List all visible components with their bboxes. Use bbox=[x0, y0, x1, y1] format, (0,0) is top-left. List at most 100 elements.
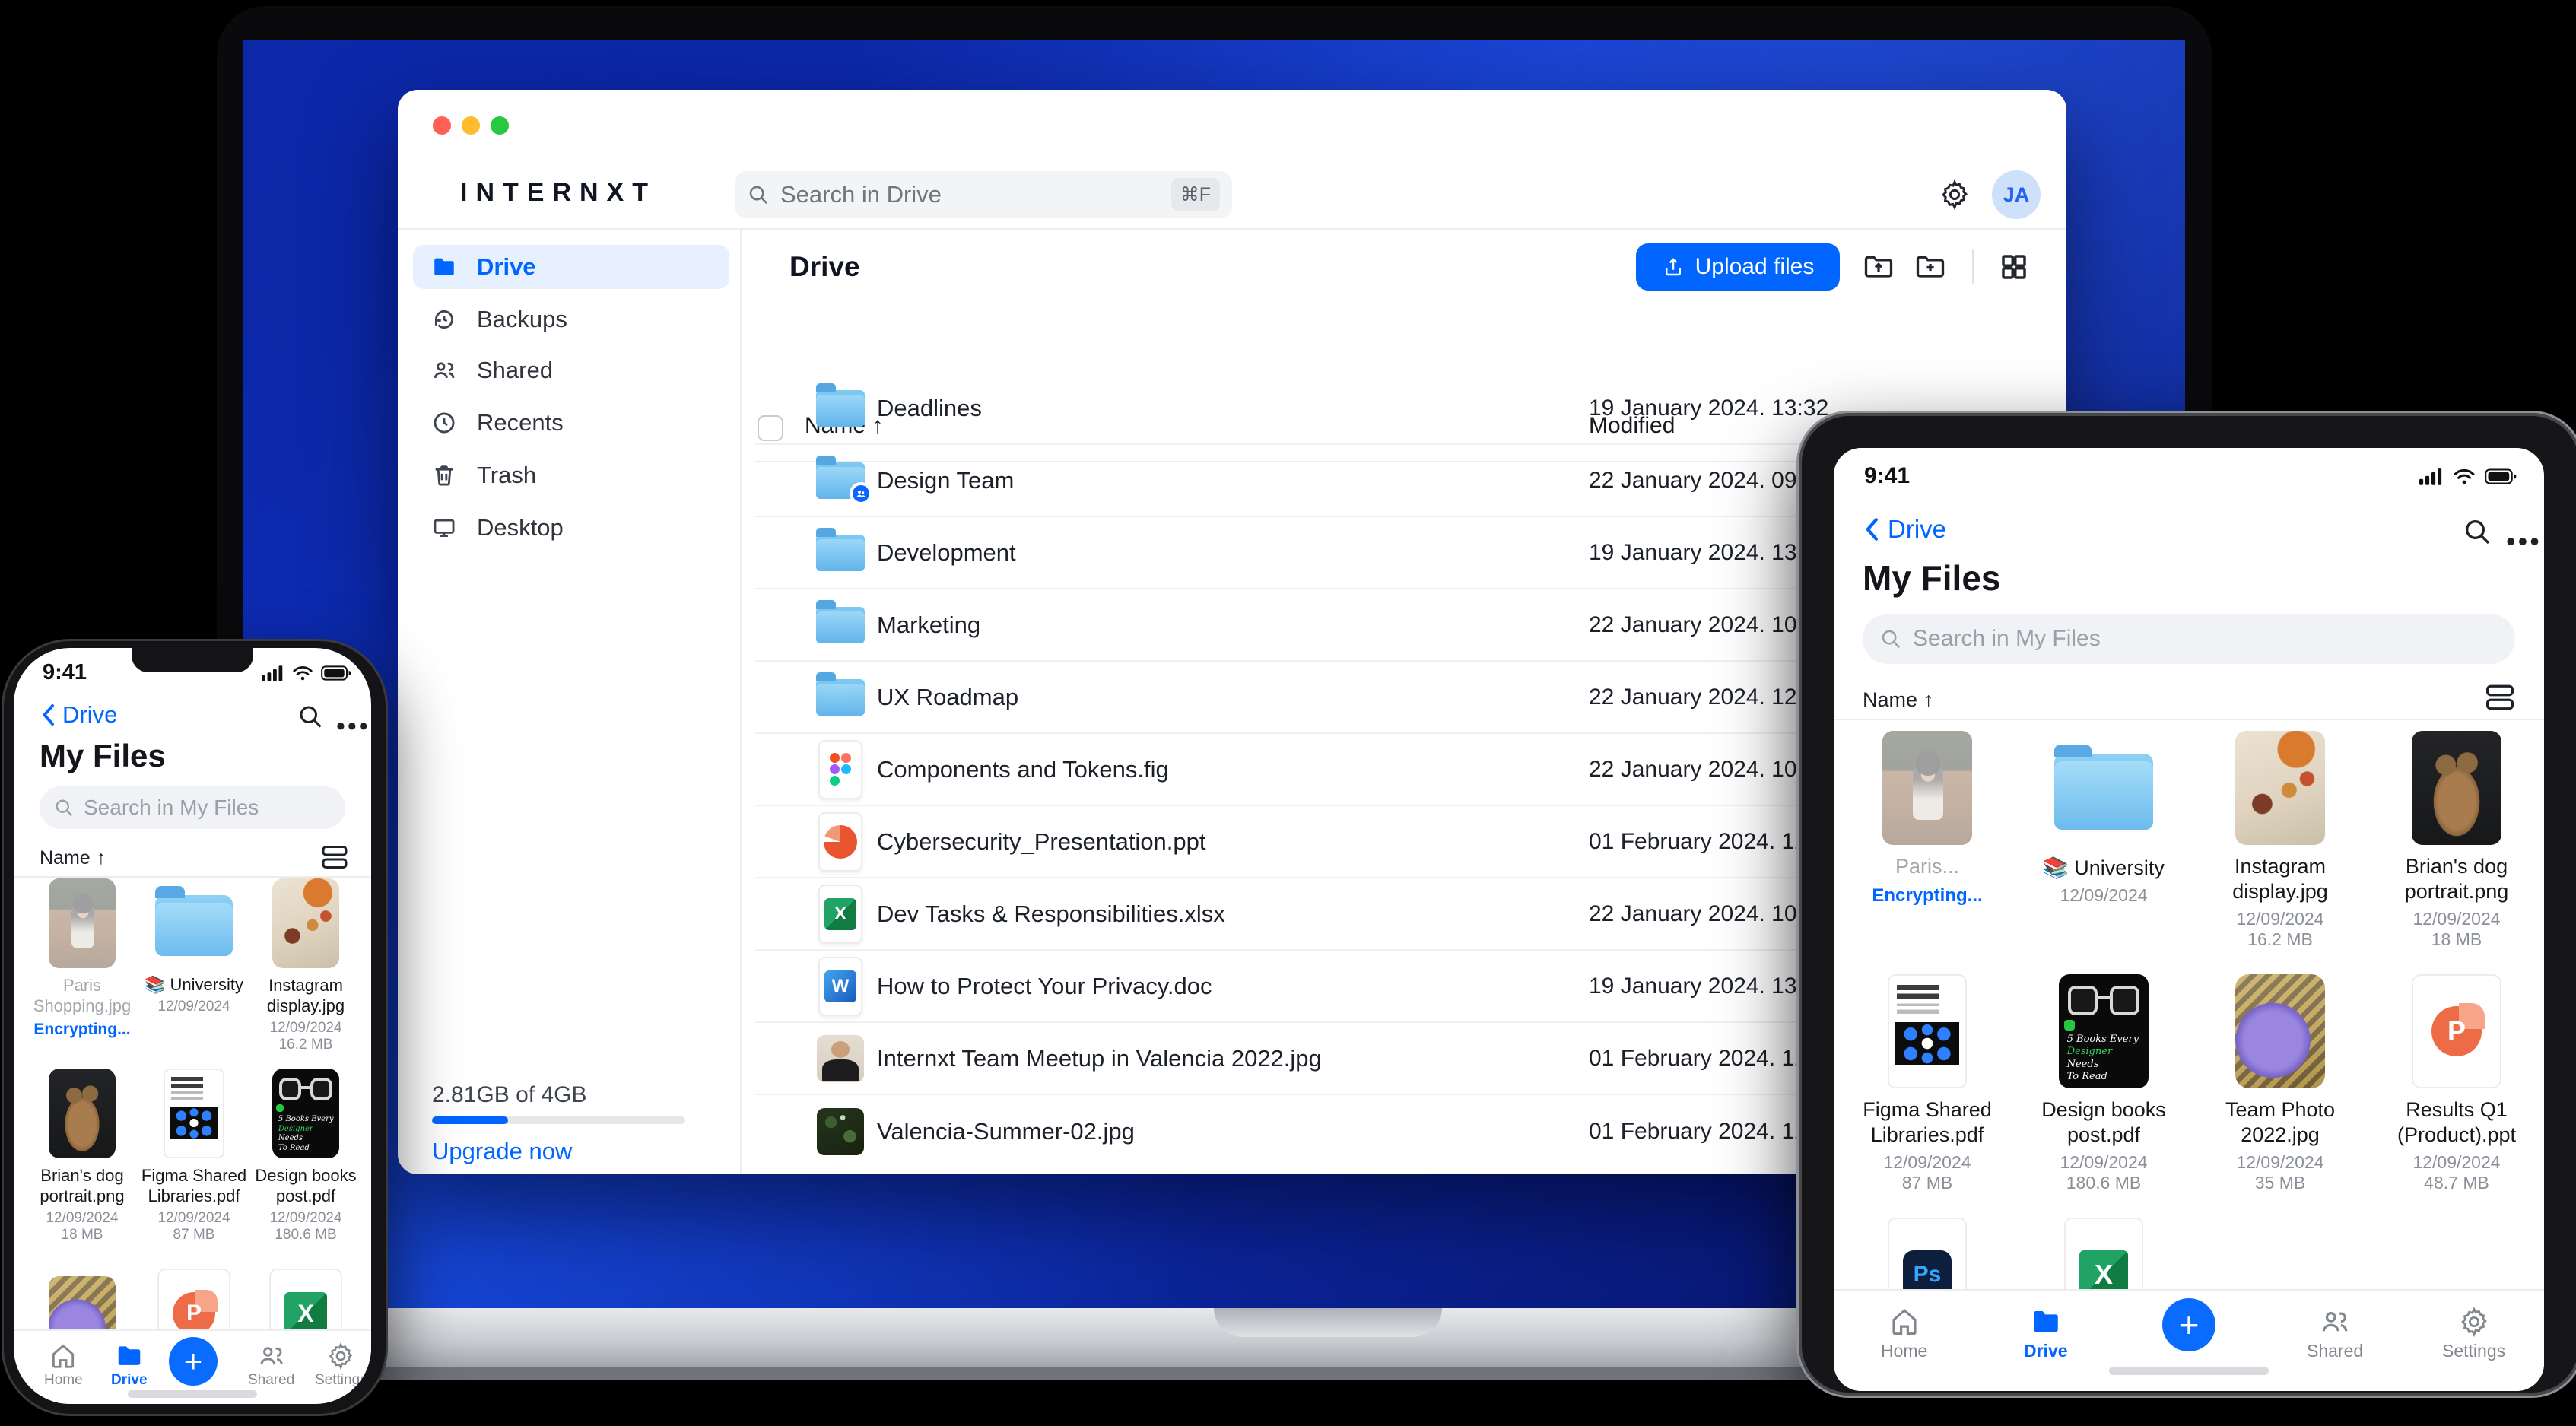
file-cell[interactable]: Figma Shared Libraries.pdf 12/09/2024 87… bbox=[141, 1069, 247, 1243]
list-view-toggle-icon[interactable] bbox=[321, 844, 348, 870]
trash-icon bbox=[431, 462, 457, 488]
nav-home[interactable]: Home bbox=[44, 1342, 83, 1389]
folder-icon bbox=[2030, 1306, 2062, 1338]
back-label: Drive bbox=[1888, 515, 1947, 543]
file-cell[interactable]: Brian's dog portrait.png 12/09/2024 18 M… bbox=[29, 1069, 135, 1243]
storage-progress-bar bbox=[432, 1116, 685, 1124]
file-cell[interactable]: 5 Books Every Designer Needs To Read Desig… bbox=[2028, 974, 2180, 1193]
sidebar-item-drive[interactable]: Drive bbox=[413, 245, 729, 289]
file-date: 12/09/2024 bbox=[157, 1210, 230, 1226]
folder-cell[interactable]: 📚 University 12/09/2024 bbox=[141, 878, 247, 1015]
sidebar-item-recents[interactable]: Recents bbox=[413, 401, 729, 445]
file-date: 12/09/2024 bbox=[157, 999, 230, 1015]
file-cell[interactable]: Instagram display.jpg 12/09/2024 16.2 MB bbox=[2204, 731, 2356, 950]
sort-control[interactable]: Name ↑ bbox=[40, 847, 106, 869]
folder-cell[interactable]: 📚 University 12/09/2024 bbox=[2028, 731, 2180, 906]
search-icon[interactable] bbox=[2462, 516, 2492, 547]
excel-file-icon: X bbox=[810, 884, 871, 944]
file-name: Results Q1 (Product).ppt bbox=[2397, 1098, 2517, 1146]
file-modified: 19 January 2024. 13:34 bbox=[1589, 539, 1829, 565]
back-button[interactable]: Drive bbox=[38, 701, 117, 729]
file-modified: 19 January 2024. 13:32 bbox=[1589, 395, 1829, 421]
file-cell[interactable]: Paris... Encrypting... bbox=[1851, 731, 2003, 907]
status-bar: 9:41 bbox=[1864, 463, 2517, 489]
photo-thumbnail bbox=[1882, 731, 1972, 845]
add-button[interactable]: + bbox=[2162, 1298, 2215, 1351]
drive-search-bar[interactable]: ⌘F bbox=[735, 171, 1232, 218]
file-cell[interactable]: P Results Q1 (Product).ppt 12/09/2024 48… bbox=[2381, 974, 2533, 1193]
file-name: UX Roadmap bbox=[877, 683, 1019, 710]
people-icon bbox=[431, 357, 457, 383]
nav-drive[interactable]: Drive bbox=[111, 1342, 148, 1389]
file-cell[interactable]: Instagram display.jpg 12/09/2024 16.2 MB bbox=[253, 878, 359, 1053]
storage-progress-fill bbox=[432, 1116, 508, 1124]
search-bar[interactable]: Search in My Files bbox=[40, 786, 345, 829]
folder-icon bbox=[115, 1342, 144, 1370]
upload-files-button[interactable]: Upload files bbox=[1636, 243, 1840, 291]
avatar[interactable]: JA bbox=[1992, 170, 2041, 219]
sidebar-item-label: Desktop bbox=[477, 514, 564, 541]
grid-view-icon[interactable] bbox=[1990, 243, 2038, 291]
nav-drive[interactable]: Drive bbox=[2024, 1306, 2068, 1361]
search-bar[interactable]: Search in My Files bbox=[1863, 614, 2515, 664]
search-icon[interactable] bbox=[297, 703, 324, 730]
folder-name: 📚 University bbox=[144, 975, 244, 994]
settings-gear-button[interactable] bbox=[1931, 171, 1978, 218]
file-cell[interactable]: Brian's dog portrait.png 12/09/2024 18 M… bbox=[2381, 731, 2533, 950]
search-input[interactable] bbox=[780, 181, 1161, 208]
nav-settings[interactable]: Settings bbox=[2442, 1306, 2505, 1361]
minimize-window-button[interactable] bbox=[462, 116, 480, 135]
more-options-icon[interactable]: ••• bbox=[2506, 526, 2542, 557]
powerpoint-thumbnail: P bbox=[2412, 974, 2501, 1088]
shortcut-badge: ⌘F bbox=[1170, 178, 1220, 211]
add-button[interactable]: + bbox=[169, 1337, 218, 1386]
search-placeholder: Search in My Files bbox=[84, 796, 259, 819]
sidebar-item-trash[interactable]: Trash bbox=[413, 453, 729, 497]
file-cell[interactable]: 5 Books Every Designer Needs To Read Desig… bbox=[253, 1069, 359, 1243]
home-indicator[interactable] bbox=[128, 1390, 257, 1398]
back-label: Drive bbox=[62, 701, 118, 728]
file-date: 12/09/2024 bbox=[269, 1020, 342, 1036]
zoom-window-button[interactable] bbox=[491, 116, 509, 135]
macbook-thumb-notch bbox=[1214, 1308, 1442, 1337]
file-size: 87 MB bbox=[1901, 1173, 1953, 1193]
powerpoint-file-icon bbox=[810, 811, 871, 872]
sidebar-item-desktop[interactable]: Desktop bbox=[413, 506, 729, 550]
list-view-toggle-icon[interactable] bbox=[2485, 684, 2515, 711]
new-folder-icon[interactable] bbox=[1907, 243, 1954, 291]
nav-shared[interactable]: Shared bbox=[2307, 1306, 2363, 1361]
sort-control[interactable]: Name ↑ bbox=[1863, 688, 1934, 712]
file-name: Development bbox=[877, 538, 1016, 566]
home-indicator[interactable] bbox=[2109, 1367, 2269, 1375]
file-cell[interactable]: Figma Shared Libraries.pdf 12/09/2024 87… bbox=[1851, 974, 2003, 1193]
file-size: 16.2 MB bbox=[2247, 929, 2313, 949]
nav-settings[interactable]: Settings bbox=[315, 1342, 367, 1389]
close-window-button[interactable] bbox=[433, 116, 451, 135]
file-name: How to Protect Your Privacy.doc bbox=[877, 972, 1212, 999]
file-cell[interactable]: Paris Shopping.jpg Encrypting... bbox=[29, 878, 135, 1039]
gear-icon bbox=[2458, 1306, 2490, 1338]
sidebar-item-label: Recents bbox=[477, 409, 564, 436]
gear-icon bbox=[326, 1342, 355, 1370]
upload-folder-icon[interactable] bbox=[1855, 243, 1902, 291]
file-name: Paris... bbox=[1895, 855, 1960, 878]
status-bar: 9:41 bbox=[43, 660, 351, 685]
file-name: Deadlines bbox=[877, 394, 982, 421]
file-name: Cybersecurity_Presentation.ppt bbox=[877, 827, 1206, 855]
sidebar-item-shared[interactable]: Shared bbox=[413, 348, 729, 392]
file-modified: 22 January 2024. 09:25 bbox=[1589, 467, 1829, 493]
nav-shared[interactable]: Shared bbox=[248, 1342, 294, 1389]
chevron-left-icon bbox=[1861, 517, 1882, 541]
photo-thumbnail bbox=[49, 1069, 116, 1158]
file-size: 87 MB bbox=[173, 1227, 215, 1243]
upgrade-link[interactable]: Upgrade now bbox=[432, 1138, 572, 1165]
sidebar-item-backups[interactable]: Backups bbox=[413, 297, 729, 341]
back-button[interactable]: Drive bbox=[1861, 515, 1946, 544]
file-name: Figma Shared Libraries.pdf bbox=[141, 1166, 247, 1205]
status-time: 9:41 bbox=[43, 660, 87, 684]
more-options-icon[interactable]: ••• bbox=[336, 712, 370, 742]
file-cell[interactable]: Team Photo 2022.jpg 12/09/2024 35 MB bbox=[2204, 974, 2356, 1193]
nav-home[interactable]: Home bbox=[1881, 1306, 1927, 1361]
file-modified: 22 January 2024. 10:08 bbox=[1589, 756, 1829, 782]
word-file-icon: W bbox=[810, 956, 871, 1016]
